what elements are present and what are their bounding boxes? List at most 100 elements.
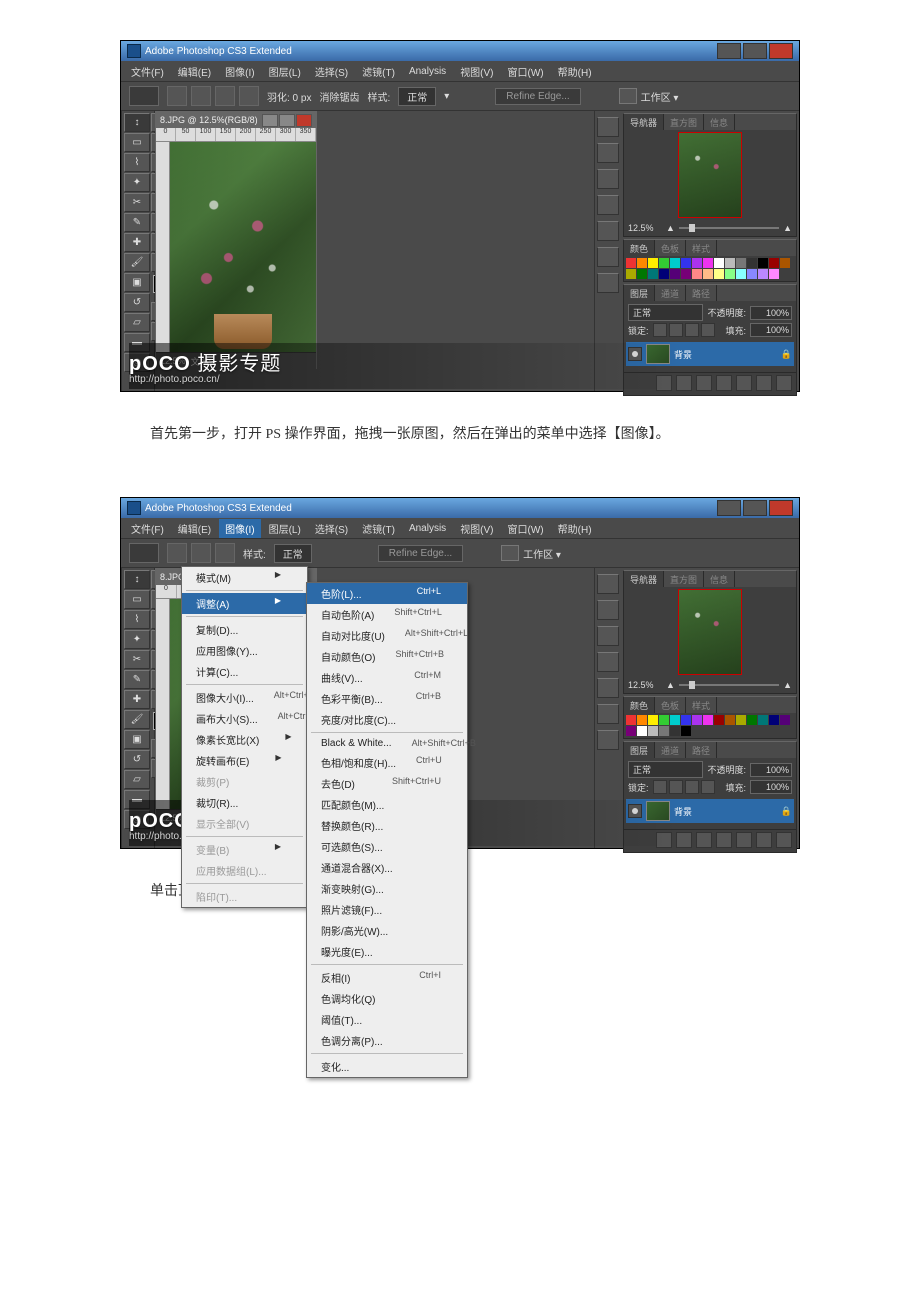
menu-help[interactable]: 帮助(H) bbox=[552, 519, 598, 538]
tab-swatches[interactable]: 色板 bbox=[655, 697, 686, 713]
menu-item-calculations[interactable]: 计算(C)... bbox=[182, 661, 307, 682]
menu-item-canvas-size[interactable]: 画布大小(S)...Alt+Ctrl+C bbox=[182, 708, 307, 729]
swatch[interactable] bbox=[659, 258, 669, 268]
swatch[interactable] bbox=[637, 726, 647, 736]
tab-channels[interactable]: 通道 bbox=[655, 742, 686, 758]
eyedropper-tool[interactable]: ✎ bbox=[124, 213, 150, 232]
swatch[interactable] bbox=[659, 269, 669, 279]
menu-item-channel-mixer[interactable]: 通道混合器(X)... bbox=[307, 857, 467, 878]
swatch[interactable] bbox=[714, 715, 724, 725]
swatch[interactable] bbox=[648, 715, 658, 725]
refine-edge-button[interactable]: Refine Edge... bbox=[495, 88, 580, 105]
blend-mode-select[interactable]: 正常 bbox=[628, 761, 703, 778]
dock-icon-7[interactable] bbox=[597, 730, 619, 750]
menu-layer[interactable]: 图层(L) bbox=[263, 519, 307, 538]
lock-transparent-icon[interactable] bbox=[653, 323, 667, 337]
menu-item-levels[interactable]: 色阶(L)...Ctrl+L bbox=[307, 583, 467, 604]
heal-tool[interactable]: ✚ bbox=[124, 690, 150, 709]
eyedropper-tool[interactable]: ✎ bbox=[124, 670, 150, 689]
swatch[interactable] bbox=[670, 258, 680, 268]
layer-name[interactable]: 背景 bbox=[674, 348, 692, 361]
layer-item[interactable]: 背景 🔒 bbox=[626, 799, 794, 823]
adjustment-layer-icon[interactable] bbox=[716, 375, 732, 391]
lock-all-icon[interactable] bbox=[701, 323, 715, 337]
menu-item-match-color[interactable]: 匹配颜色(M)... bbox=[307, 794, 467, 815]
wand-tool[interactable]: ✦ bbox=[124, 630, 150, 649]
subtract-selection-icon[interactable] bbox=[215, 86, 235, 106]
move-tool[interactable]: ↕ bbox=[124, 570, 150, 589]
menu-item-adjustments[interactable]: 调整(A) bbox=[182, 593, 307, 614]
swatch[interactable] bbox=[725, 269, 735, 279]
layer-mask-icon[interactable] bbox=[696, 375, 712, 391]
layer-name[interactable]: 背景 bbox=[674, 805, 692, 818]
menu-item-trim[interactable]: 裁切(R)... bbox=[182, 792, 307, 813]
menu-item-shadow-highlight[interactable]: 阴影/高光(W)... bbox=[307, 920, 467, 941]
menu-item-brightness-contrast[interactable]: 亮度/对比度(C)... bbox=[307, 709, 467, 730]
tab-layers[interactable]: 图层 bbox=[624, 742, 655, 758]
tab-paths[interactable]: 路径 bbox=[686, 285, 717, 301]
wand-tool[interactable]: ✦ bbox=[124, 173, 150, 192]
swatch[interactable] bbox=[648, 258, 658, 268]
tool-preset[interactable] bbox=[129, 86, 159, 106]
navigator-thumbnail[interactable] bbox=[678, 589, 742, 675]
marquee-tool[interactable]: ▭ bbox=[124, 590, 150, 609]
dock-icon-4[interactable] bbox=[597, 195, 619, 215]
layer-item[interactable]: 背景 🔒 bbox=[626, 342, 794, 366]
dock-icon-3[interactable] bbox=[597, 626, 619, 646]
menu-view[interactable]: 视图(V) bbox=[454, 519, 499, 538]
minimize-button[interactable] bbox=[717, 500, 741, 516]
dock-icon-1[interactable] bbox=[597, 117, 619, 137]
menu-filter[interactable]: 滤镜(T) bbox=[356, 62, 401, 81]
close-button[interactable] bbox=[769, 500, 793, 516]
swatch[interactable] bbox=[626, 258, 636, 268]
menu-item-variations[interactable]: 变化... bbox=[307, 1056, 467, 1077]
menu-select[interactable]: 选择(S) bbox=[309, 519, 354, 538]
visibility-icon[interactable] bbox=[628, 804, 642, 818]
swatch[interactable] bbox=[769, 269, 779, 279]
menu-item-mode[interactable]: 模式(M) bbox=[182, 567, 307, 588]
dock-icon-6[interactable] bbox=[597, 704, 619, 724]
eraser-tool[interactable]: ▱ bbox=[124, 770, 150, 789]
fill-field[interactable]: 100% bbox=[750, 780, 792, 794]
link-layers-icon[interactable] bbox=[656, 832, 672, 848]
lasso-tool[interactable]: ⌇ bbox=[124, 610, 150, 629]
menu-item-rotate-canvas[interactable]: 旋转画布(E) bbox=[182, 750, 307, 771]
new-selection-icon[interactable] bbox=[167, 86, 187, 106]
swatch[interactable] bbox=[692, 269, 702, 279]
navigator-zoom[interactable]: 12.5% bbox=[628, 223, 662, 233]
crop-tool[interactable]: ✂ bbox=[124, 193, 150, 212]
swatch[interactable] bbox=[659, 726, 669, 736]
dock-icon-3[interactable] bbox=[597, 169, 619, 189]
menu-file[interactable]: 文件(F) bbox=[125, 62, 170, 81]
swatch[interactable] bbox=[747, 715, 757, 725]
minimize-button[interactable] bbox=[717, 43, 741, 59]
lock-pixels-icon[interactable] bbox=[669, 780, 683, 794]
dock-icon-1[interactable] bbox=[597, 574, 619, 594]
doc-min-button[interactable] bbox=[262, 114, 278, 127]
dock-icon-4[interactable] bbox=[597, 652, 619, 672]
move-tool[interactable]: ↕ bbox=[124, 113, 150, 132]
antialias-check[interactable]: 消除锯齿 bbox=[319, 89, 359, 104]
swatch[interactable] bbox=[747, 258, 757, 268]
zoom-slider[interactable] bbox=[679, 684, 779, 686]
history-brush-tool[interactable]: ↺ bbox=[124, 750, 150, 769]
swatch[interactable] bbox=[637, 269, 647, 279]
menu-item-curves[interactable]: 曲线(V)...Ctrl+M bbox=[307, 667, 467, 688]
menu-item-bw[interactable]: Black & White...Alt+Shift+Ctrl+B bbox=[307, 735, 467, 752]
opacity-field[interactable]: 100% bbox=[750, 306, 792, 320]
swatch[interactable] bbox=[681, 726, 691, 736]
menu-edit[interactable]: 编辑(E) bbox=[172, 519, 217, 538]
menu-item-equalize[interactable]: 色调均化(Q) bbox=[307, 988, 467, 1009]
tab-channels[interactable]: 通道 bbox=[655, 285, 686, 301]
doc-close-button[interactable] bbox=[296, 114, 312, 127]
swatch[interactable] bbox=[780, 715, 790, 725]
group-icon[interactable] bbox=[736, 832, 752, 848]
add-selection-icon[interactable] bbox=[191, 543, 211, 563]
opacity-field[interactable]: 100% bbox=[750, 763, 792, 777]
swatch[interactable] bbox=[681, 258, 691, 268]
swatch[interactable] bbox=[780, 258, 790, 268]
tab-histogram[interactable]: 直方图 bbox=[664, 571, 704, 587]
menu-analysis[interactable]: Analysis bbox=[403, 521, 452, 536]
menu-file[interactable]: 文件(F) bbox=[125, 519, 170, 538]
screen-mode-icon[interactable] bbox=[619, 88, 637, 104]
